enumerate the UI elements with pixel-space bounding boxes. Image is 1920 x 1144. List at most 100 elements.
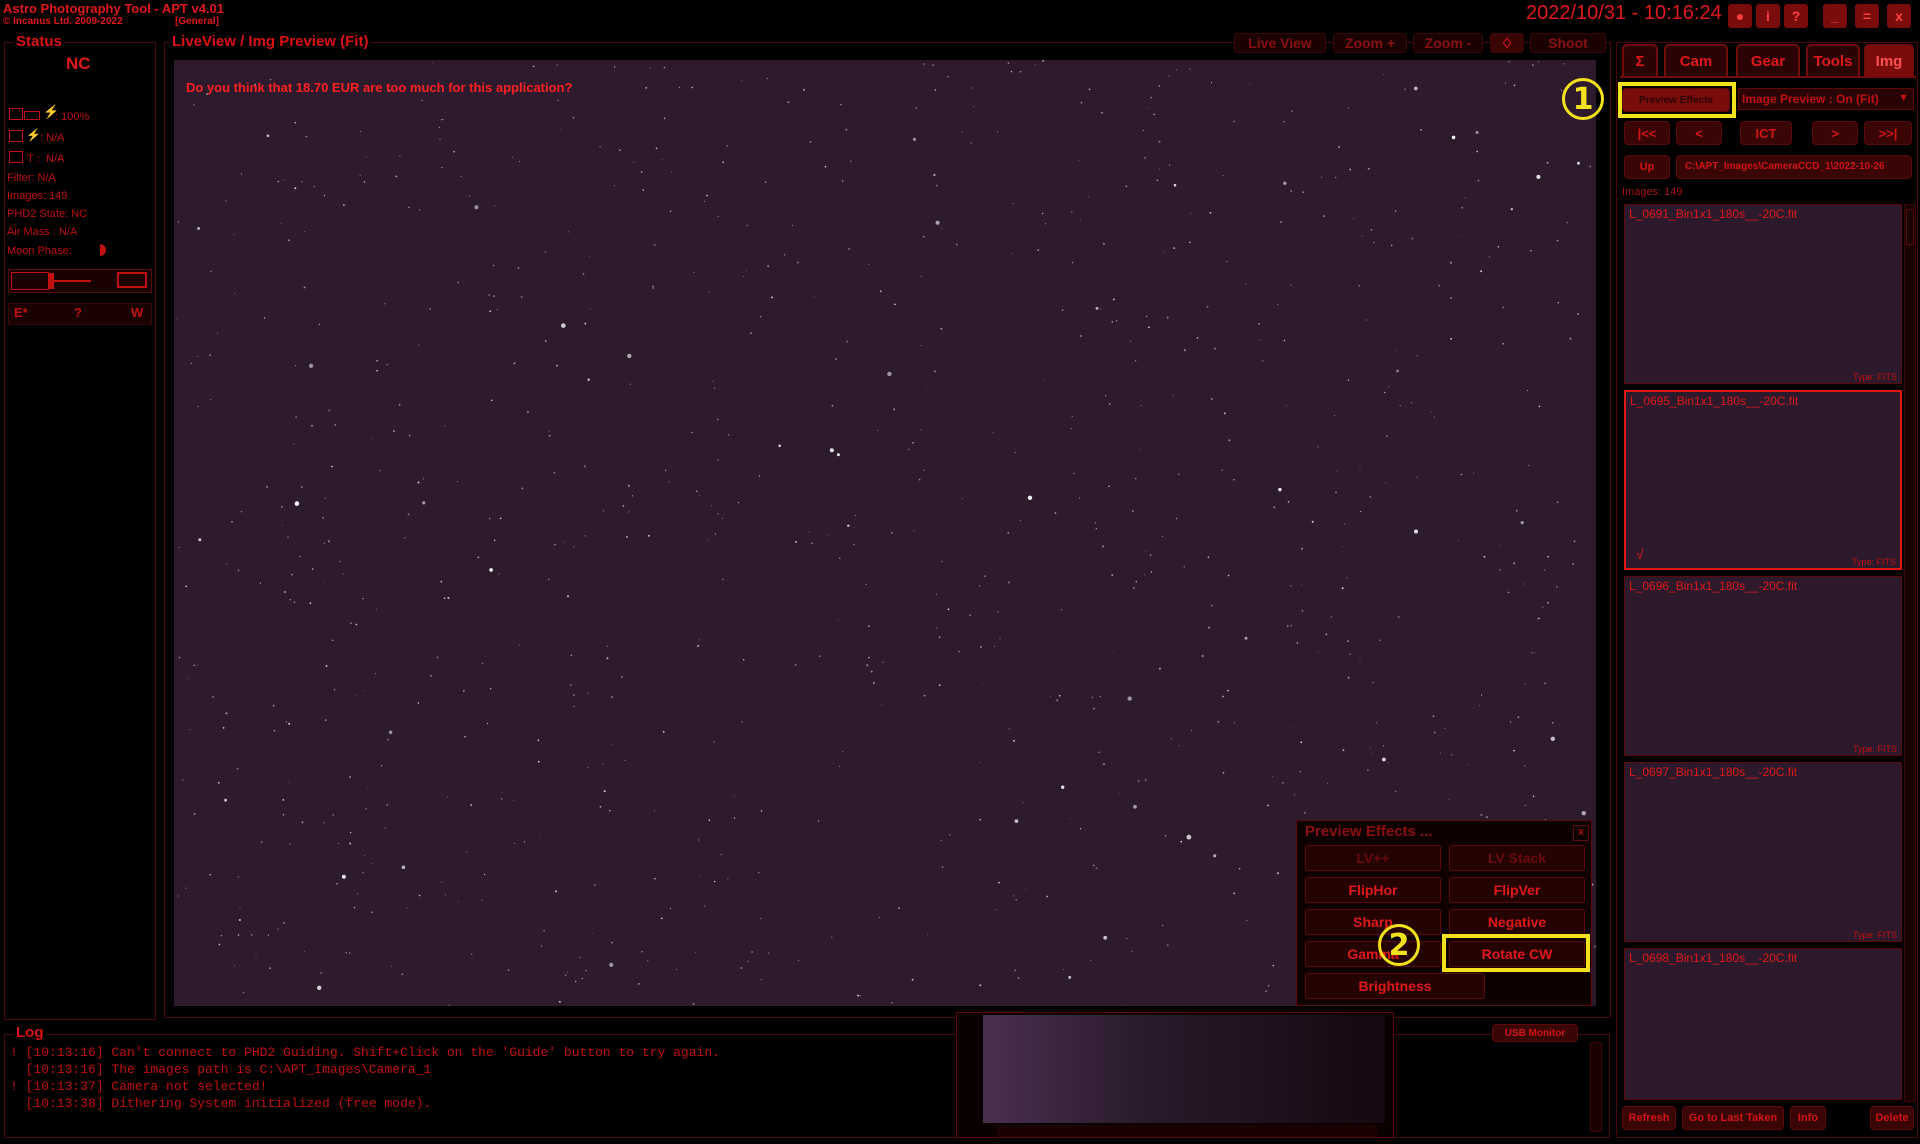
star <box>714 533 717 535</box>
tab-gear[interactable]: Gear <box>1736 44 1800 78</box>
first-image-button[interactable]: |<< <box>1624 121 1670 145</box>
star <box>1382 757 1386 762</box>
star <box>1552 722 1554 724</box>
brightness-button[interactable]: Brightness <box>1305 973 1485 999</box>
star <box>487 722 489 725</box>
zoom-out-button[interactable]: Zoom - <box>1413 33 1483 53</box>
star <box>997 131 999 133</box>
star <box>1537 618 1539 620</box>
record-icon[interactable]: ● <box>1728 4 1752 28</box>
star <box>934 370 936 373</box>
log-scrollbar[interactable] <box>1590 1042 1602 1132</box>
star <box>978 585 981 587</box>
tab-tools[interactable]: Tools <box>1806 44 1860 78</box>
tab-sigma[interactable]: Σ <box>1622 44 1658 78</box>
star <box>694 951 696 953</box>
prev-image-button[interactable]: < <box>1676 121 1722 145</box>
star <box>185 887 187 889</box>
close-button[interactable]: x <box>1887 4 1911 28</box>
star <box>1244 636 1248 640</box>
status-slider[interactable] <box>8 269 152 293</box>
ict-button[interactable]: ICT <box>1740 121 1792 145</box>
preview-effects-close[interactable]: x <box>1573 825 1589 841</box>
thumbnail-item-selected[interactable]: L_0695_Bin1x1_180s__-20C.fit √ Type: FIT… <box>1624 390 1902 570</box>
star <box>391 965 393 967</box>
refresh-button[interactable]: Refresh <box>1622 1106 1676 1130</box>
star <box>558 1000 561 1003</box>
go-to-last-taken-button[interactable]: Go to Last Taken <box>1682 1106 1784 1130</box>
shoot-button[interactable]: Shoot <box>1530 33 1606 53</box>
star <box>606 645 608 647</box>
delete-button[interactable]: Delete <box>1870 1106 1914 1130</box>
next-image-button[interactable]: > <box>1812 121 1858 145</box>
star <box>263 317 266 319</box>
negative-button[interactable]: Negative <box>1449 909 1585 935</box>
star <box>602 763 604 765</box>
chevron-down-icon: ▼ <box>1898 92 1909 104</box>
star <box>1485 816 1488 819</box>
help-button[interactable]: ? <box>1784 4 1808 28</box>
star <box>717 216 719 218</box>
star <box>493 295 495 297</box>
star <box>1346 577 1348 579</box>
up-folder-button[interactable]: Up <box>1624 155 1670 179</box>
star <box>357 893 358 894</box>
info-button[interactable]: i <box>1756 4 1780 28</box>
star <box>1369 496 1372 498</box>
star <box>1091 696 1094 698</box>
star <box>514 842 515 844</box>
star <box>384 827 386 829</box>
star <box>611 941 613 944</box>
star <box>339 560 341 563</box>
star <box>1095 528 1097 530</box>
usb-monitor-button[interactable]: USB Monitor <box>1492 1024 1578 1042</box>
gamma-button[interactable]: Gamma <box>1305 941 1441 967</box>
star <box>439 138 441 141</box>
star <box>1321 176 1322 178</box>
star <box>1019 519 1022 521</box>
estar-button[interactable]: E* <box>14 305 28 320</box>
last-image-button[interactable]: >>| <box>1864 121 1912 145</box>
star <box>466 851 468 853</box>
star <box>584 535 586 537</box>
tab-cam[interactable]: Cam <box>1664 44 1728 78</box>
thumbnail-item[interactable]: L_0696_Bin1x1_180s__-20C.fit Type: FITS <box>1624 576 1902 756</box>
sharp-button[interactable]: Sharp <box>1305 909 1441 935</box>
lv-stack-button[interactable]: LV Stack <box>1449 845 1585 871</box>
lv-plus-button[interactable]: LV++ <box>1305 845 1441 871</box>
scrollbar-thumb[interactable] <box>1906 209 1914 245</box>
thumbnail-item[interactable]: L_0698_Bin1x1_180s__-20C.fit <box>1624 948 1902 1100</box>
slider-handle[interactable] <box>49 273 54 289</box>
maximize-button[interactable]: = <box>1855 4 1879 28</box>
info-image-button[interactable]: Info <box>1790 1106 1826 1130</box>
star <box>477 556 480 559</box>
live-view-button[interactable]: Live View <box>1234 33 1326 53</box>
star <box>1175 517 1178 520</box>
crosshair-button[interactable]: ♢ <box>1490 33 1524 53</box>
star <box>1530 250 1532 252</box>
star <box>1555 586 1558 588</box>
minimize-button[interactable]: _ <box>1823 4 1847 28</box>
thumbnails-scrollbar[interactable] <box>1904 204 1916 1102</box>
star <box>873 682 875 684</box>
star <box>1488 256 1490 258</box>
star <box>938 684 941 687</box>
star <box>386 804 389 806</box>
star <box>1296 642 1299 644</box>
star <box>436 656 439 658</box>
flip-hor-button[interactable]: FlipHor <box>1305 877 1441 903</box>
path-field[interactable]: C:\APT_Images\CameraCCD_1\2022-10-26 <box>1676 155 1912 179</box>
zoom-in-button[interactable]: Zoom + <box>1333 33 1407 53</box>
image-preview-select[interactable]: Image Preview : On (Fit) ▼ <box>1738 88 1914 110</box>
star <box>188 678 190 680</box>
star <box>627 484 630 487</box>
tab-img[interactable]: Img <box>1864 44 1914 78</box>
thumbnail-item[interactable]: L_0691_Bin1x1_180s__-20C.fit Type: FITS <box>1624 204 1902 384</box>
thumbnail-item[interactable]: L_0697_Bin1x1_180s__-20C.fit Type: FITS <box>1624 762 1902 942</box>
flip-ver-button[interactable]: FlipVer <box>1449 877 1585 903</box>
star <box>366 156 367 158</box>
star <box>1272 964 1275 967</box>
weather-button[interactable]: W <box>131 305 143 320</box>
star <box>1228 439 1231 442</box>
status-help-button[interactable]: ? <box>74 305 82 320</box>
